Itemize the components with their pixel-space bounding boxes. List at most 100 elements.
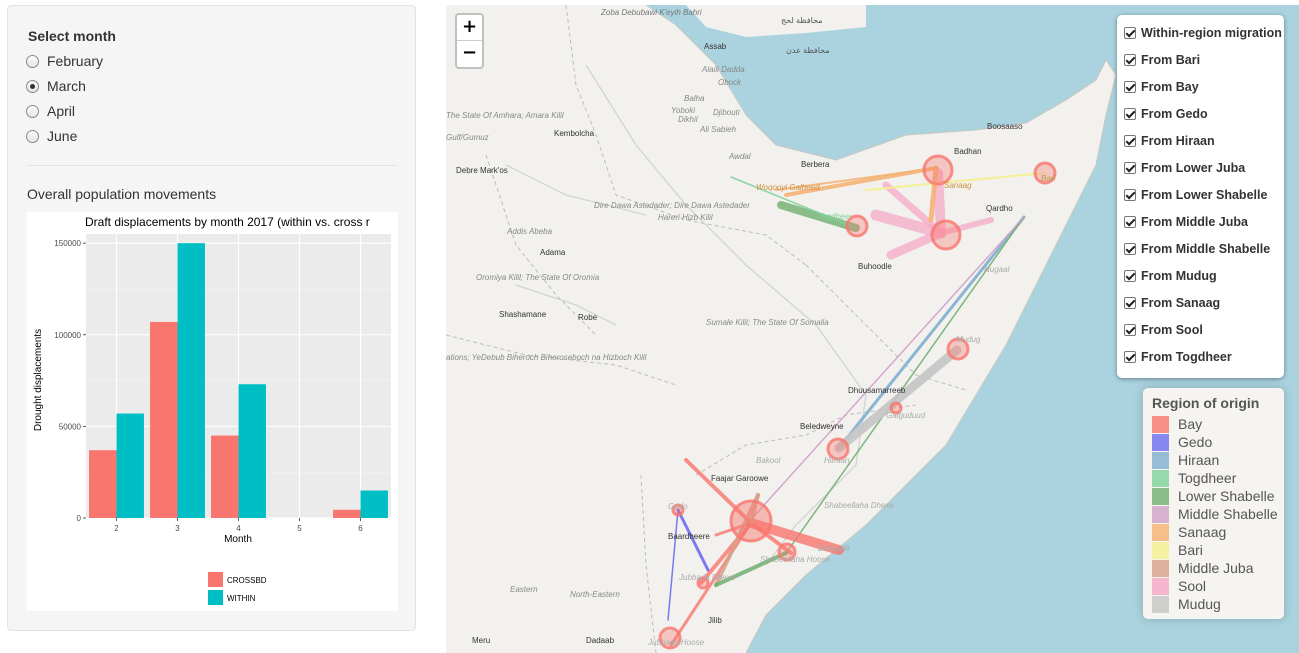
layer-toggle[interactable]: From Bay [1124,77,1199,97]
bar-within-4 [238,384,266,518]
checkbox-icon[interactable] [1124,108,1136,120]
checkbox-icon[interactable] [1124,216,1136,228]
layer-toggle[interactable]: From Middle Juba [1124,212,1248,232]
legend-swatch [1152,487,1169,505]
place-label: Gulf/Gumuz [446,133,489,142]
place-label: Addis Abeba [506,227,553,236]
checkbox-icon[interactable] [1124,54,1136,66]
radio-button-checked-icon[interactable] [26,79,39,93]
checkbox-icon[interactable] [1124,27,1136,39]
place-label: Berbera [801,160,830,169]
radio-june[interactable]: June [26,126,77,146]
radio-button-icon[interactable] [26,129,39,143]
layer-toggle[interactable]: From Gedo [1124,104,1208,124]
layer-toggle[interactable]: From Togdheer [1124,347,1232,367]
bar-within-2 [116,413,144,518]
bar-crossbd-3 [150,321,178,518]
place-label: Jilib [708,616,722,625]
place-label: Alaili Dadda [701,65,745,74]
layer-label: From Middle Shabelle [1141,242,1271,256]
select-month-label: Select month [28,28,116,44]
checkbox-icon[interactable] [1124,189,1136,201]
place-label: Togdheer [818,212,852,221]
layer-label: From Sanaag [1141,296,1221,310]
bar-crossbd-6 [333,509,361,518]
place-label: Gedo [668,502,688,511]
place-label: Qardho [986,204,1013,213]
y-axis-label: Drought displacements [33,329,44,431]
place-label: محافظة لحج [781,16,823,25]
displacement-bar-chart: Draft displacements by month 2017 (withi… [27,212,398,611]
checkbox-icon[interactable] [1124,297,1136,309]
layer-toggle[interactable]: From Lower Shabelle [1124,185,1267,205]
layer-toggle[interactable]: From Mudug [1124,266,1217,286]
legend-label: Togdheer [1178,470,1237,486]
layer-toggle[interactable]: From Middle Shabelle [1124,239,1270,259]
bar-crossbd-4 [211,435,239,518]
layer-label: Within-region migration [1141,26,1282,40]
place-label: Buhoodle [858,262,892,271]
place-label: The State Of Amhara; Amara Kilil [446,111,564,120]
checkbox-icon[interactable] [1124,270,1136,282]
layer-toggle[interactable]: From Bari [1124,50,1200,70]
place-label: Dadaab [586,636,615,645]
place-label: Hiiraan [824,456,850,465]
legend-item: Bay [1152,415,1202,433]
checkbox-icon[interactable] [1124,243,1136,255]
zoom-out-button[interactable]: − [457,41,482,67]
place-label: Bari [1041,174,1055,183]
layer-toggle[interactable]: From Lower Juba [1124,158,1245,178]
place-label: Woqooyi Galbeed [756,183,820,192]
place-label: Hareri Hizb Kilil [658,213,713,222]
legend-item: Hiraan [1152,451,1219,469]
layer-toggle[interactable]: From Sool [1124,320,1203,340]
layer-toggle[interactable]: From Sanaag [1124,293,1220,313]
legend-item: Togdheer [1152,469,1236,487]
place-label: Badhan [954,147,982,156]
legend-text-within: WITHIN [227,594,256,603]
place-label: Shabeellaha Dhexe [824,501,894,510]
place-label: Banaadir [818,544,850,553]
checkbox-icon[interactable] [1124,81,1136,93]
place-label: Faajar Garoowe [711,474,769,483]
radio-april[interactable]: April [26,101,75,121]
legend-item: Bari [1152,541,1203,559]
legend-swatch [1152,577,1169,595]
legend-label: Sanaag [1178,524,1227,540]
overall-movements-heading: Overall population movements [27,186,217,202]
y-tick-label: 50000 [59,422,82,431]
legend-text-crossbd: CROSSBD [227,576,267,585]
radio-march[interactable]: March [26,76,86,96]
legend-swatch [1152,469,1169,487]
radio-label: March [47,78,86,94]
checkbox-icon[interactable] [1124,324,1136,336]
place-label: Balha [684,94,705,103]
radio-button-icon[interactable] [26,104,39,118]
radio-february[interactable]: February [26,51,103,71]
place-label: Eastern [510,585,538,594]
bar-within-6 [360,490,388,518]
legend-label: Bay [1178,416,1203,432]
legend-swatch [1152,433,1169,451]
layer-label: From Togdheer [1141,350,1232,364]
x-tick-label: 3 [175,524,180,533]
checkbox-icon[interactable] [1124,162,1136,174]
layer-toggle[interactable]: Within-region migration [1124,23,1282,43]
place-label: Shashamane [499,310,547,319]
divider [26,165,398,166]
checkbox-icon[interactable] [1124,351,1136,363]
layer-toggle[interactable]: From Hiraan [1124,131,1215,151]
place-label: Jubbada Hoose [647,638,705,647]
layer-label: From Lower Shabelle [1141,188,1268,202]
legend-item: Middle Juba [1152,559,1254,577]
place-label: North-Eastern [570,590,620,599]
radio-button-icon[interactable] [26,54,39,68]
radio-label: February [47,53,104,69]
place-label: Kembolcha [554,129,595,138]
y-tick-label: 100000 [54,331,81,340]
zoom-in-button[interactable]: + [457,15,482,41]
chart-title: Draft displacements by month 2017 (withi… [85,215,370,229]
legend-item: Lower Shabelle [1152,487,1275,505]
checkbox-icon[interactable] [1124,135,1136,147]
legend-label: Middle Juba [1178,560,1254,576]
